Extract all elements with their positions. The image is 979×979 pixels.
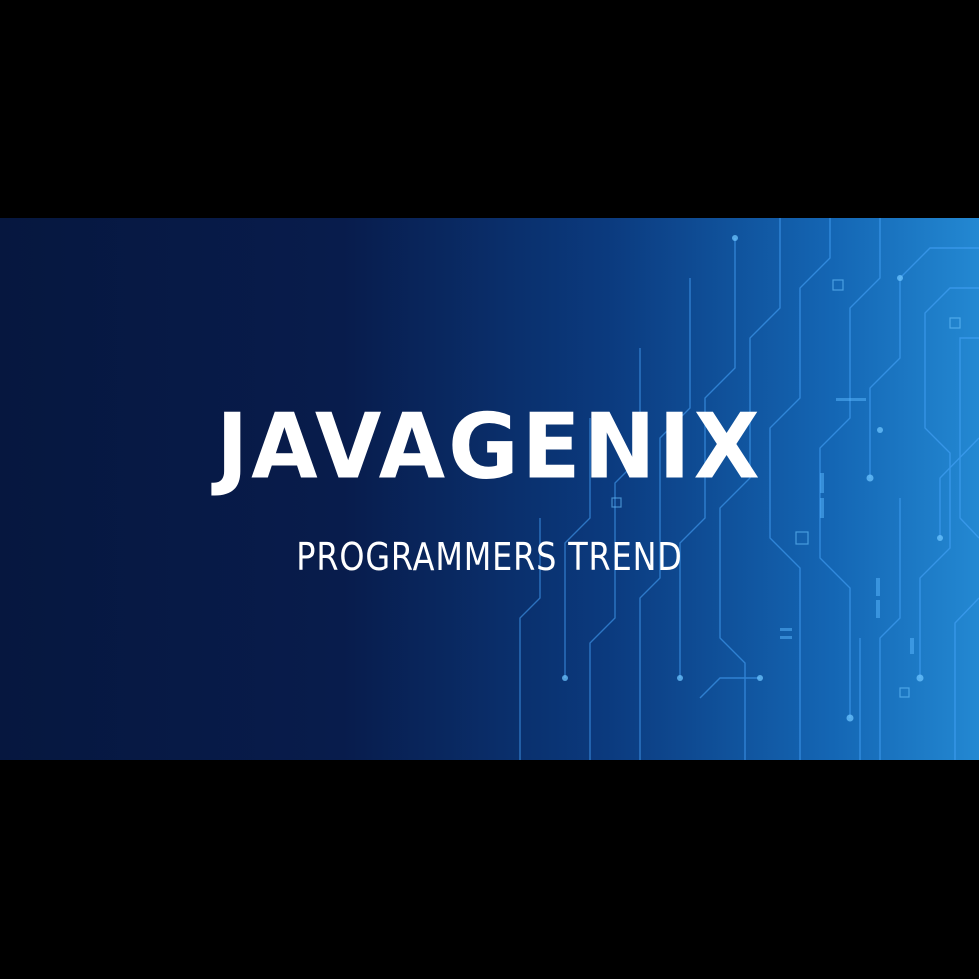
brand-subtitle: PROGRAMMERS TREND xyxy=(296,535,683,579)
banner: JAVAGENIX PROGRAMMERS TREND xyxy=(0,218,979,760)
image-frame: JAVAGENIX PROGRAMMERS TREND xyxy=(0,0,979,979)
brand-title: JAVAGENIX xyxy=(216,394,763,500)
